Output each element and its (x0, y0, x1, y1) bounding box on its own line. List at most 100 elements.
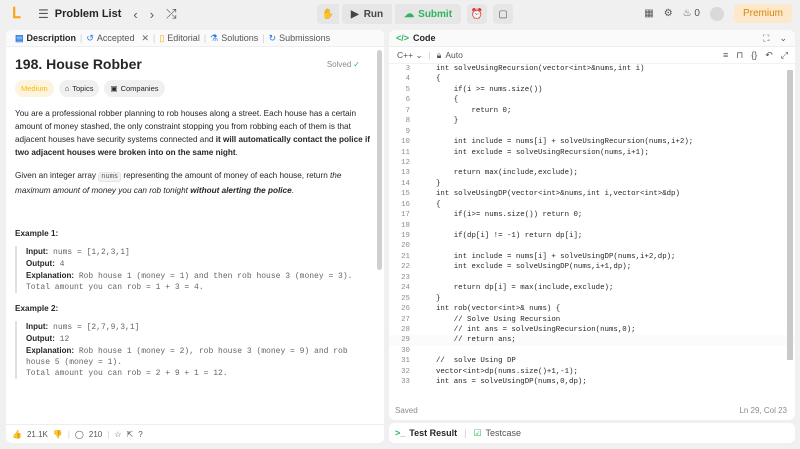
editorial-icon: ▯ (159, 32, 165, 43)
code-line[interactable]: 25} (389, 294, 795, 304)
code-line[interactable]: 18 (389, 221, 795, 231)
line-number: 13 (401, 169, 410, 178)
code-line[interactable]: 17 if(i>= nums.size()) return 0; (389, 210, 795, 220)
format-icon[interactable]: ≡ (723, 50, 728, 61)
tab-accepted[interactable]: ↺ Accepted ✕ (82, 33, 153, 44)
description-tabs: ▤ Description | ↺ Accepted ✕ | ▯ Editorial |… (6, 30, 384, 47)
layout-grid-icon[interactable]: ▦ (644, 8, 653, 19)
line-number: 23 (401, 273, 410, 282)
tag-icon: ⌂ (64, 84, 70, 93)
code-editor[interactable]: 3 int solveUsingRecursion(vector<int>&num… (389, 64, 795, 399)
submissions-icon: ↻ (268, 32, 277, 43)
example-title: Example 2: (15, 304, 59, 313)
difficulty-badge[interactable]: Medium (15, 80, 54, 97)
code-line[interactable]: 13 return max(include,exclude); (389, 168, 795, 178)
code-text: int solveUsingRecursion(vector<int>&nums… (436, 65, 645, 73)
problem-list-link[interactable]: Problem List (55, 8, 122, 20)
line-number: 21 (401, 252, 410, 261)
timer-icon[interactable]: ⏰ (467, 4, 488, 24)
page-title[interactable]: 198. House Robber (15, 57, 142, 71)
code-line[interactable]: 30 (389, 346, 795, 356)
star-icon[interactable]: ☆ (114, 430, 121, 439)
bookmark-icon[interactable]: ⊓ (736, 50, 743, 61)
avatar[interactable] (709, 6, 724, 21)
code-line[interactable]: 11 int exclude = solveUsingRecursion(num… (389, 148, 795, 158)
language-select[interactable]: C++ ⌄ (397, 50, 423, 61)
description-scrollbar[interactable] (377, 50, 382, 270)
code-line[interactable]: 6 { (389, 95, 795, 105)
next-problem-icon[interactable]: › (150, 7, 154, 22)
prev-problem-icon[interactable]: ‹ (133, 7, 137, 22)
run-submit-group: ✋ ▶ Run ☁ Submit ⏰ ▢ (317, 4, 514, 24)
tab-description[interactable]: ▤ Description (11, 33, 80, 44)
chevron-down-icon[interactable]: ⌄ (779, 33, 787, 44)
undo-icon[interactable]: ↶ (765, 50, 773, 61)
debug-icon[interactable]: ✋ (317, 4, 339, 24)
line-number: 4 (405, 75, 410, 84)
code-line[interactable]: 29 // return ans; (389, 335, 795, 346)
code-line[interactable]: 24 return dp[i] = max(include,exclude); (389, 283, 795, 293)
fullscreen-icon[interactable]: ⤢ (781, 50, 788, 61)
notes-icon[interactable]: ▢ (493, 4, 514, 24)
code-line[interactable]: 26 int rob(vector<int>& nums) { (389, 304, 795, 314)
code-line[interactable]: 10 int include = nums[i] + solveUsingRec… (389, 137, 795, 147)
share-icon[interactable]: ⇱ (126, 430, 133, 439)
example-title: Example 1: (15, 229, 59, 238)
code-line[interactable]: 23 (389, 273, 795, 283)
solved-status: Solved ✓ (326, 60, 360, 69)
help-icon[interactable]: ? (138, 430, 142, 439)
description-icon: ▤ (15, 32, 24, 43)
thumbs-up-icon[interactable]: 👍 (12, 430, 22, 439)
code-line[interactable]: 28 // int ans = solveUsingRecursion(nums… (389, 325, 795, 335)
code-line[interactable]: 8 } (389, 116, 795, 126)
tab-submissions[interactable]: ↻ Submissions (265, 33, 335, 44)
code-line[interactable]: 22 int exclude = solveUsingDP(nums,i+1,d… (389, 262, 795, 272)
like-count: 21.1K (26, 429, 48, 439)
comment-icon[interactable]: ◯ (75, 430, 84, 439)
code-line[interactable]: 31 // solve Using DP (389, 356, 795, 366)
code-line[interactable]: 33 int ans = solveUsingDP(nums,0,dp); (389, 377, 795, 387)
thumbs-down-icon[interactable]: 👎 (53, 430, 63, 439)
submit-button[interactable]: ☁ Submit (395, 4, 462, 24)
code-line[interactable]: 16 { (389, 200, 795, 210)
code-text: vector<int>dp(nums.size()+1,-1); (436, 367, 578, 376)
problem-list-icon[interactable]: ☰ (38, 0, 49, 28)
braces-icon[interactable]: {} (751, 50, 757, 61)
code-line[interactable]: 9 (389, 127, 795, 137)
close-tab-icon[interactable]: ✕ (141, 33, 149, 44)
tab-solutions[interactable]: ⚗ Solutions (206, 33, 262, 44)
line-number: 11 (401, 148, 410, 157)
settings-gear-icon[interactable]: ⚙ (664, 8, 673, 19)
code-line[interactable]: 32 vector<int>dp(nums.size()+1,-1); (389, 367, 795, 377)
code-line[interactable]: 20 (389, 241, 795, 251)
premium-button[interactable]: Premium (733, 4, 792, 23)
tab-testcase[interactable]: Testcase (486, 428, 522, 438)
code-line[interactable]: 14} (389, 179, 795, 189)
editor-scrollbar[interactable] (787, 70, 793, 360)
topics-chip[interactable]: ⌂ Topics (58, 80, 100, 97)
mode-label[interactable]: Auto (445, 50, 463, 60)
code-line[interactable]: 19 if(dp[i] != -1) return dp[i]; (389, 231, 795, 241)
code-line[interactable]: 12 (389, 158, 795, 168)
code-line[interactable]: 3 int solveUsingRecursion(vector<int>&num… (389, 64, 795, 74)
code-line[interactable]: 4{ (389, 74, 795, 84)
tab-editorial[interactable]: ▯ Editorial (155, 33, 203, 44)
code-text: } (436, 294, 441, 303)
code-text: { (436, 200, 441, 209)
code-line[interactable]: 21 int include = nums[i] + solveUsingDP(… (389, 252, 795, 262)
expand-icon[interactable]: ⛶ (763, 33, 769, 44)
code-line[interactable]: 15 int solveUsingDP(vector<int>&nums,int … (389, 189, 795, 199)
shuffle-icon[interactable]: ⤮ (166, 6, 176, 22)
code-line[interactable]: 7 return 0; (389, 106, 795, 116)
companies-chip[interactable]: ▣ Companies (104, 80, 165, 97)
code-line[interactable]: 5 if(i >= nums.size()) (389, 85, 795, 95)
tab-test-result[interactable]: Test Result (409, 428, 457, 438)
code-text: // return ans; (436, 336, 516, 345)
line-number: 15 (401, 190, 410, 199)
streak-counter[interactable]: ♨ 0 (683, 8, 700, 19)
checkbox-icon: ☑ (473, 427, 482, 438)
cloud-upload-icon: ☁ (404, 8, 415, 20)
run-button[interactable]: ▶ Run (342, 4, 393, 24)
leetcode-logo-icon[interactable]: ᒪ (12, 6, 26, 22)
code-line[interactable]: 27 // Solve Using Recursion (389, 315, 795, 325)
